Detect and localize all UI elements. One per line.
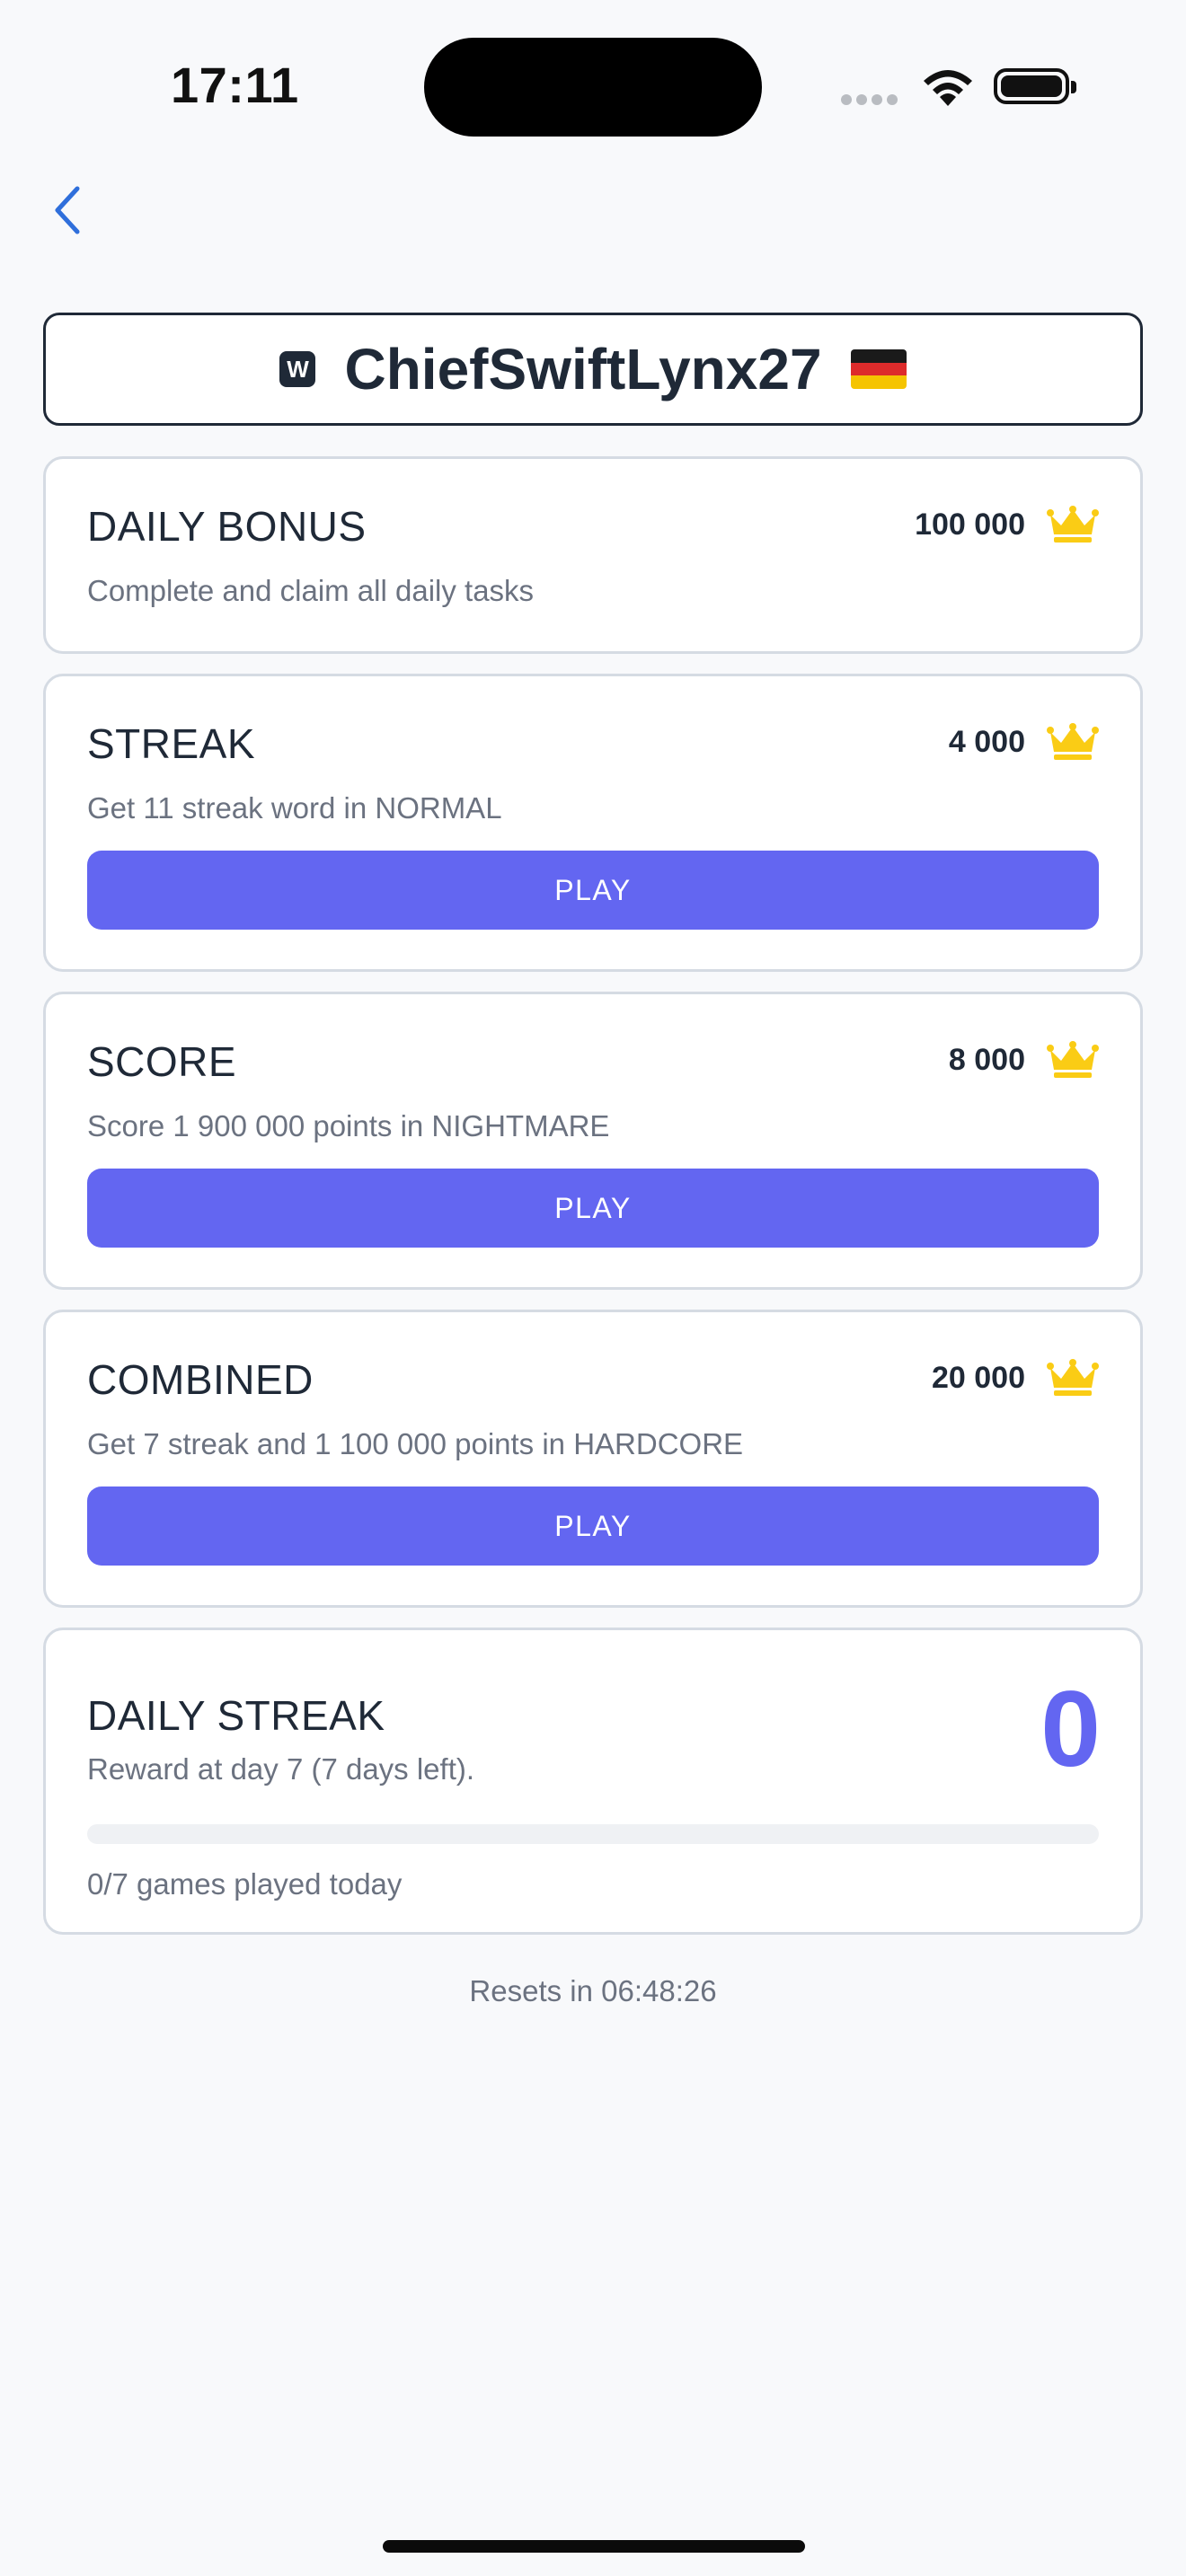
reward-amount: 8 000 bbox=[948, 1042, 1025, 1077]
task-reward: 4 000 bbox=[949, 723, 1099, 761]
task-description: Complete and claim all daily tasks bbox=[87, 574, 535, 607]
daily-streak-title: DAILY STREAK bbox=[87, 1692, 385, 1739]
dynamic-island bbox=[424, 38, 762, 137]
germany-flag-icon bbox=[850, 349, 907, 389]
streak-card: STREAK 4 000 Get 11 streak word in NORMA… bbox=[43, 674, 1143, 972]
username-header: W ChiefSwiftLynx27 bbox=[43, 313, 1143, 426]
crown-icon bbox=[1047, 1359, 1099, 1396]
games-played-text: 0/7 games played today bbox=[87, 1867, 403, 1901]
daily-streak-progress bbox=[87, 1824, 1099, 1844]
task-title: DAILY BONUS bbox=[87, 503, 367, 550]
task-title: STREAK bbox=[87, 720, 256, 767]
combined-play-button[interactable]: PLAY bbox=[87, 1486, 1099, 1566]
reward-amount: 100 000 bbox=[915, 507, 1025, 542]
crown-icon bbox=[1047, 1041, 1099, 1078]
task-reward: 20 000 bbox=[932, 1359, 1099, 1397]
task-description: Get 7 streak and 1 100 000 points in HAR… bbox=[87, 1427, 744, 1460]
home-indicator bbox=[383, 2540, 805, 2553]
reset-timer: Resets in 06:48:26 bbox=[469, 1974, 717, 2007]
task-title: SCORE bbox=[87, 1038, 237, 1085]
username: ChiefSwiftLynx27 bbox=[344, 337, 822, 401]
reward-amount: 4 000 bbox=[948, 724, 1025, 759]
combined-card: COMBINED 20 000 Get 7 streak and 1 100 0… bbox=[43, 1310, 1143, 1608]
crown-icon bbox=[1047, 506, 1099, 543]
cellular-signal-icon bbox=[841, 93, 902, 106]
daily-bonus-card: DAILY BONUS 100 000 Complete and claim a… bbox=[43, 456, 1143, 654]
status-time: 17:11 bbox=[171, 57, 299, 113]
task-title: COMBINED bbox=[87, 1356, 314, 1403]
battery-icon bbox=[994, 68, 1076, 104]
wifi-icon bbox=[924, 70, 972, 106]
reward-amount: 20 000 bbox=[932, 1360, 1025, 1395]
task-reward: 8 000 bbox=[949, 1041, 1099, 1079]
crown-icon bbox=[1047, 723, 1099, 760]
task-description: Get 11 streak word in NORMAL bbox=[87, 791, 502, 825]
streak-play-button[interactable]: PLAY bbox=[87, 851, 1099, 930]
daily-streak-card: DAILY STREAK 0 Reward at day 7 (7 days l… bbox=[43, 1628, 1143, 1935]
app-logo-icon: W bbox=[279, 351, 316, 387]
daily-streak-subtitle: Reward at day 7 (7 days left). bbox=[87, 1752, 475, 1786]
back-chevron-icon[interactable] bbox=[50, 183, 86, 237]
task-reward: 100 000 bbox=[915, 506, 1099, 543]
score-card: SCORE 8 000 Score 1 900 000 points in NI… bbox=[43, 992, 1143, 1290]
score-play-button[interactable]: PLAY bbox=[87, 1169, 1099, 1248]
task-description: Score 1 900 000 points in NIGHTMARE bbox=[87, 1109, 610, 1142]
daily-streak-count: 0 bbox=[1040, 1669, 1101, 1789]
